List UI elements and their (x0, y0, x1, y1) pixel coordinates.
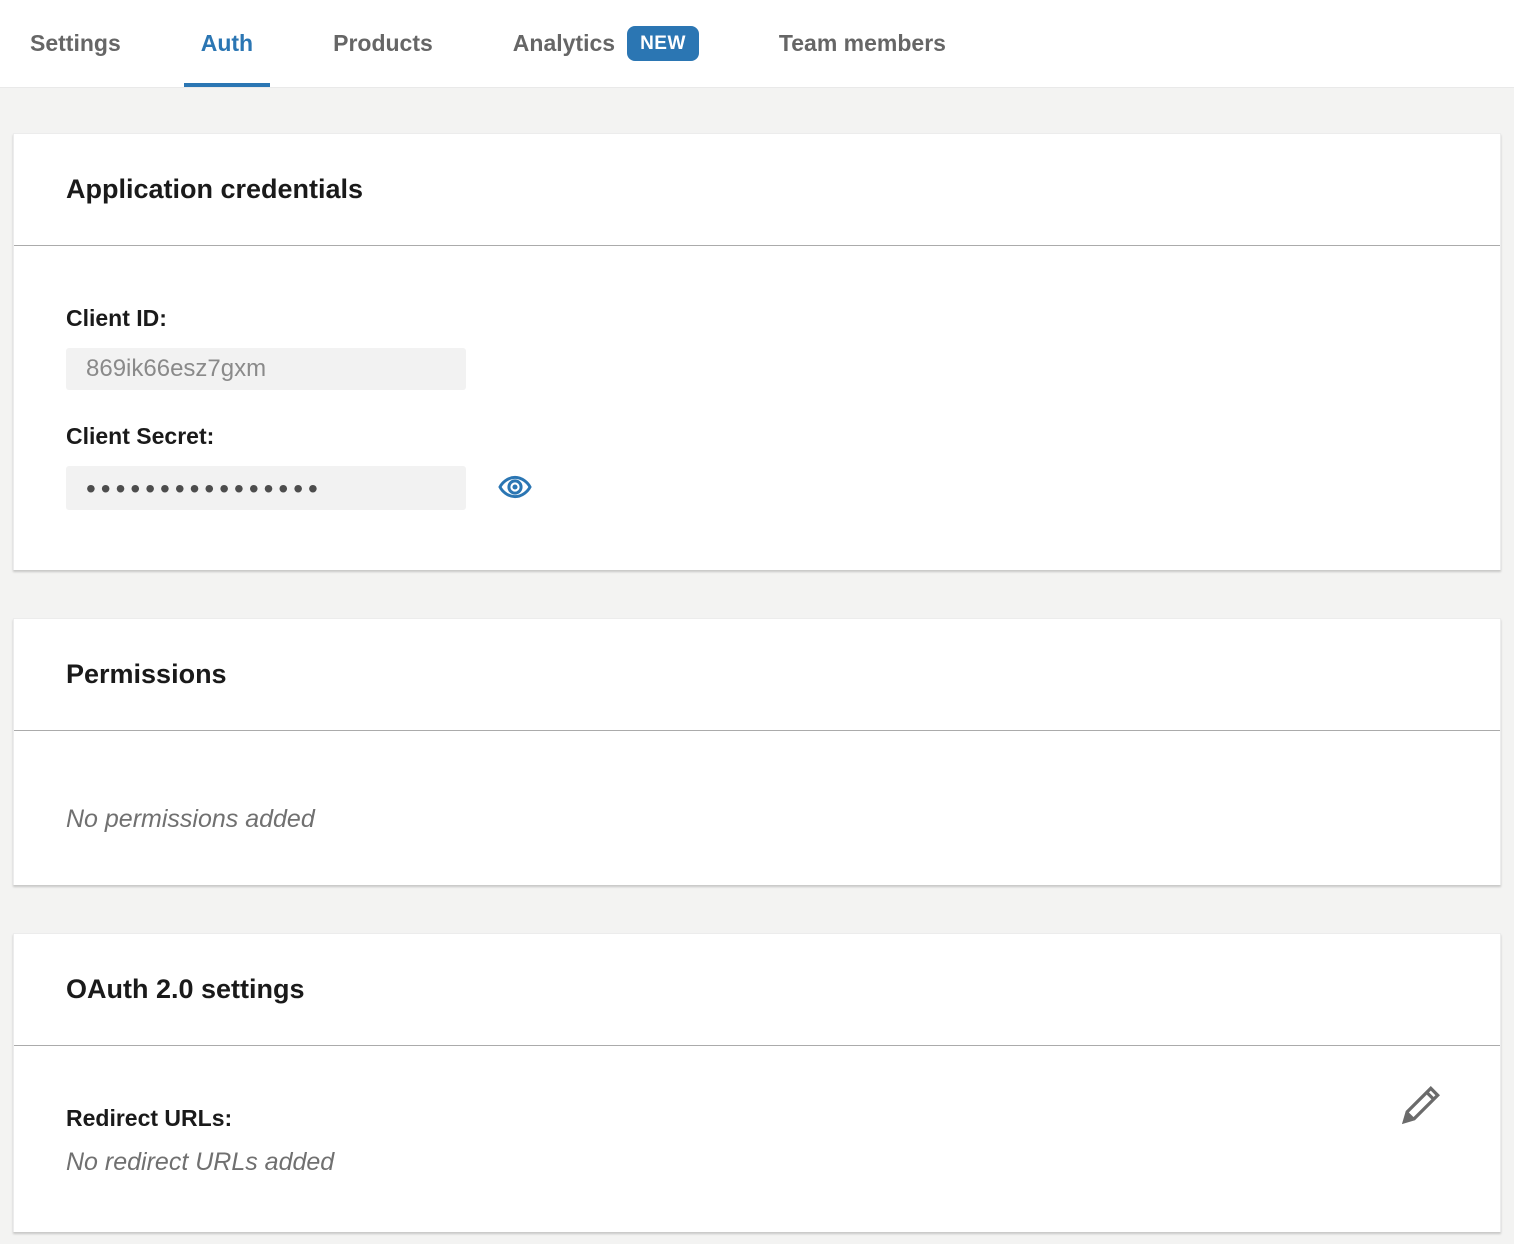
eye-icon (498, 470, 532, 507)
client-id-field[interactable]: 869ik66esz7gxm (66, 348, 466, 390)
application-credentials-card: Application credentials Client ID: 869ik… (13, 133, 1501, 570)
new-badge: NEW (627, 26, 699, 61)
tab-products[interactable]: Products (333, 0, 433, 87)
application-credentials-header: Application credentials (14, 134, 1500, 246)
oauth-settings-card: OAuth 2.0 settings Redirect URLs: No red… (13, 933, 1501, 1232)
oauth-settings-title: OAuth 2.0 settings (66, 974, 305, 1005)
application-credentials-body: Client ID: 869ik66esz7gxm Client Secret:… (14, 246, 1500, 570)
permissions-empty-text: No permissions added (66, 803, 1448, 835)
oauth-settings-body: Redirect URLs: No redirect URLs added (14, 1046, 1500, 1232)
edit-redirect-urls-button[interactable] (1398, 1082, 1444, 1131)
tab-bar: Settings Auth Products Analytics NEW Tea… (0, 0, 1514, 88)
tab-analytics-label: Analytics (513, 30, 615, 57)
client-secret-label: Client Secret: (66, 422, 1448, 450)
tab-settings[interactable]: Settings (30, 0, 121, 87)
redirect-urls-label: Redirect URLs: (66, 1104, 1448, 1132)
permissions-header: Permissions (14, 619, 1500, 731)
permissions-body: No permissions added (14, 731, 1500, 885)
redirect-urls-empty-text: No redirect URLs added (66, 1146, 1448, 1178)
tab-team-members[interactable]: Team members (779, 0, 946, 87)
permissions-title: Permissions (66, 659, 227, 690)
tab-analytics[interactable]: Analytics NEW (513, 0, 699, 87)
client-secret-field[interactable]: •••••••••••••••• (66, 466, 466, 510)
oauth-settings-header: OAuth 2.0 settings (14, 934, 1500, 1046)
show-client-secret-button[interactable] (498, 470, 532, 507)
pencil-icon (1398, 1116, 1444, 1131)
permissions-card: Permissions No permissions added (13, 618, 1501, 885)
tab-auth[interactable]: Auth (201, 0, 253, 87)
client-secret-row: •••••••••••••••• (66, 466, 1448, 510)
application-credentials-title: Application credentials (66, 174, 363, 205)
client-id-label: Client ID: (66, 304, 1448, 332)
